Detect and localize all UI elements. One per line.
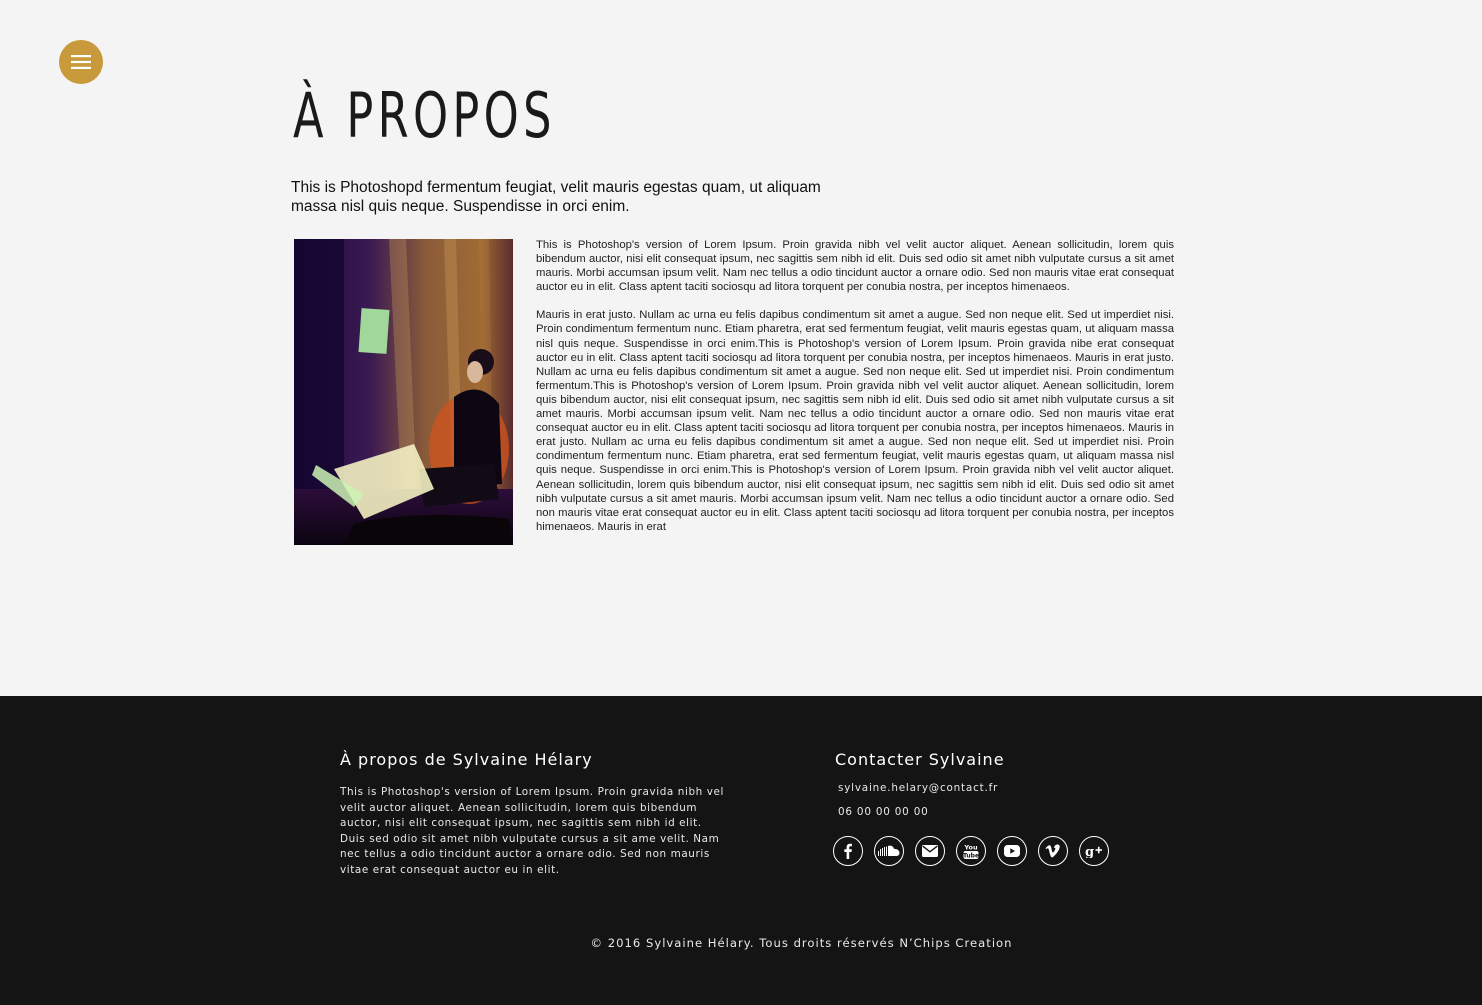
about-body-text: This is Photoshop's version of Lorem Ips… xyxy=(536,238,1174,564)
svg-text:You: You xyxy=(963,844,978,852)
copyright-text: © 2016 Sylvaine Hélary. Tous droits rése… xyxy=(590,936,1013,950)
youtube-link[interactable] xyxy=(997,836,1027,866)
intro-text: This is Photoshopd fermentum feugiat, ve… xyxy=(291,179,821,215)
page-title: À PROPOS xyxy=(293,79,556,152)
youtube-text-icon: You Tube xyxy=(963,844,979,860)
youtube-channel-link[interactable]: You Tube xyxy=(956,836,986,866)
vimeo-icon xyxy=(1045,844,1060,858)
footer-about-heading: À propos de Sylvaine Hélary xyxy=(340,750,593,769)
body-paragraph-1: This is Photoshop's version of Lorem Ips… xyxy=(536,239,1174,294)
body-paragraph-2: Mauris in erat justo. Nullam ac urna eu … xyxy=(536,309,1174,533)
soundcloud-link[interactable] xyxy=(874,836,904,866)
footer-about-text: This is Photoshop's version of Lorem Ips… xyxy=(340,786,724,876)
contact-phone: 06 00 00 00 00 xyxy=(838,806,929,818)
vimeo-link[interactable] xyxy=(1038,836,1068,866)
svg-text:g: g xyxy=(1085,845,1094,858)
hamburger-menu-icon xyxy=(71,55,91,69)
menu-button[interactable] xyxy=(59,40,103,84)
email-link[interactable] xyxy=(915,836,945,866)
youtube-play-icon xyxy=(1004,845,1020,857)
contact-email-link[interactable]: sylvaine.helary@contact.fr xyxy=(838,782,998,794)
facebook-icon xyxy=(844,843,852,859)
footer-contact-heading: Contacter Sylvaine xyxy=(835,750,1005,769)
google-plus-link[interactable]: g xyxy=(1079,836,1109,866)
email-icon xyxy=(922,845,938,857)
soundcloud-icon xyxy=(878,845,900,856)
social-links: You Tube g xyxy=(833,836,1109,866)
svg-text:Tube: Tube xyxy=(963,853,979,860)
facebook-link[interactable] xyxy=(833,836,863,866)
google-plus-icon: g xyxy=(1085,845,1102,858)
footer: À propos de Sylvaine Hélary This is Phot… xyxy=(0,696,1482,1005)
artist-photo xyxy=(294,239,513,545)
